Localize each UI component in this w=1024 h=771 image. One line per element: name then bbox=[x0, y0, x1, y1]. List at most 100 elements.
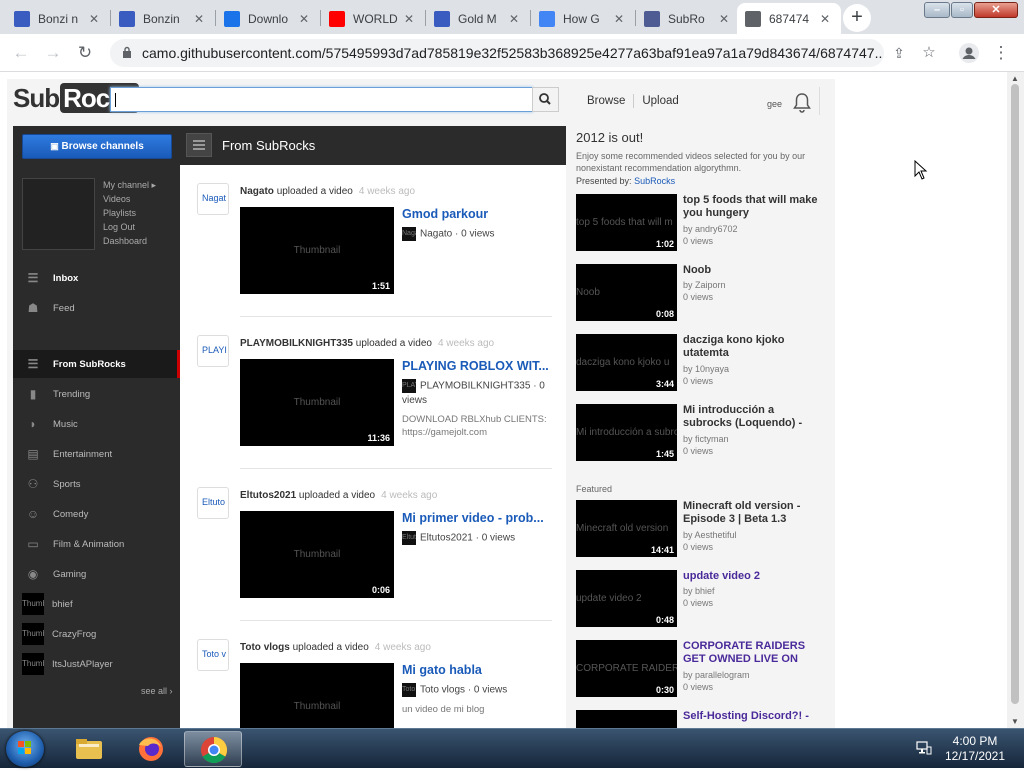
maximize-button[interactable]: ▫ bbox=[951, 2, 973, 18]
guide-item-inbox[interactable]: ☰ Inbox bbox=[13, 264, 180, 292]
video-author[interactable]: by bhief bbox=[683, 585, 715, 597]
video-title-link[interactable]: Mi gato habla bbox=[402, 663, 552, 677]
my-channel-link[interactable]: Log Out bbox=[103, 220, 156, 234]
my-channel-link[interactable]: Dashboard bbox=[103, 234, 156, 248]
video-thumbnail[interactable]: Thumbnail 0:06 bbox=[240, 511, 394, 598]
tab-close-icon[interactable]: ✕ bbox=[716, 12, 732, 26]
video-thumbnail[interactable]: update video 2 0:48 bbox=[576, 570, 677, 627]
tab-close-icon[interactable]: ✕ bbox=[191, 12, 207, 26]
username[interactable]: gee bbox=[767, 99, 782, 109]
share-icon[interactable]: ⇪ bbox=[888, 42, 910, 64]
guide-item-feed[interactable]: ☗ Feed bbox=[13, 294, 180, 322]
video-title-link[interactable]: Self-Hosting Discord?! - bbox=[683, 710, 818, 723]
video-thumbnail[interactable]: Thumbnail bbox=[240, 663, 394, 728]
browser-tab[interactable]: Bonzi n ✕ bbox=[6, 3, 110, 34]
video-title-link[interactable]: CORPORATE RAIDERS GET OWNED LIVE ON bbox=[683, 640, 818, 666]
video-thumbnail[interactable]: Noob 0:08 bbox=[576, 264, 677, 321]
uploader-avatar[interactable]: PLAYI bbox=[197, 335, 229, 367]
video-thumbnail[interactable]: top 5 foods that will m 1:02 bbox=[576, 194, 677, 251]
guide-subscription-item[interactable]: Thumb bhief bbox=[13, 590, 180, 618]
browser-tab[interactable]: WORLD ✕ bbox=[321, 3, 425, 34]
presented-by-link[interactable]: SubRocks bbox=[634, 176, 675, 186]
my-channel-link[interactable]: Playlists bbox=[103, 206, 156, 220]
see-all-link[interactable]: see all › bbox=[141, 686, 173, 696]
browser-tab[interactable]: Bonzin ✕ bbox=[111, 3, 215, 34]
video-title-link[interactable]: dacziga kono kjoko utatemta bbox=[683, 334, 818, 360]
my-channel-link[interactable]: Videos bbox=[103, 192, 156, 206]
address-bar[interactable]: camo.githubusercontent.com/575495993d7ad… bbox=[110, 39, 884, 67]
guide-category-item[interactable]: ▤ Entertainment bbox=[13, 440, 180, 468]
guide-subscription-item[interactable]: Thumb ItsJustAPlayer bbox=[13, 650, 180, 678]
tab-close-icon[interactable]: ✕ bbox=[817, 12, 833, 26]
my-channel-link[interactable]: My channel ▸ bbox=[103, 178, 156, 192]
video-title-link[interactable]: Noob bbox=[683, 264, 818, 277]
notification-bell-icon[interactable] bbox=[793, 92, 811, 114]
recommended-video[interactable]: Mi introducción a subro 1:45 Mi introducci… bbox=[576, 404, 826, 462]
recommended-video[interactable]: top 5 foods that will m 1:02 top 5 foods t… bbox=[576, 194, 826, 252]
video-title-link[interactable]: top 5 foods that will make you hungery bbox=[683, 194, 818, 220]
recommended-video[interactable]: Noob 0:08 Noob by Zaiporn 0 views bbox=[576, 264, 826, 322]
video-thumbnail[interactable] bbox=[576, 710, 677, 728]
uploader-name[interactable]: PLAYMOBILKNIGHT335 bbox=[240, 338, 353, 349]
guide-category-item[interactable]: ◉ Gaming bbox=[13, 560, 180, 588]
tab-close-icon[interactable]: ✕ bbox=[611, 12, 627, 26]
channel-name[interactable]: PLAYMOBILKNIGHT335 bbox=[420, 381, 530, 392]
guide-category-item[interactable]: ▮ Trending bbox=[13, 380, 180, 408]
tab-close-icon[interactable]: ✕ bbox=[296, 12, 312, 26]
guide-category-item[interactable]: ◗ Music bbox=[13, 410, 180, 438]
new-tab-button[interactable]: + bbox=[843, 4, 871, 32]
guide-category-item[interactable]: ☺ Comedy bbox=[13, 500, 180, 528]
channel-name[interactable]: Toto vlogs bbox=[420, 685, 465, 696]
browser-tab[interactable]: Downlo ✕ bbox=[216, 3, 320, 34]
browse-link[interactable]: Browse bbox=[579, 95, 633, 107]
back-button[interactable]: ← bbox=[10, 42, 32, 64]
tab-close-icon[interactable]: ✕ bbox=[506, 12, 522, 26]
minimize-button[interactable]: – bbox=[924, 2, 950, 18]
taskbar-explorer-button[interactable] bbox=[60, 731, 118, 767]
video-thumbnail[interactable]: Minecraft old version 14:41 bbox=[576, 500, 677, 557]
scroll-up-arrow[interactable]: ▲ bbox=[1011, 74, 1019, 83]
forward-button[interactable]: → bbox=[42, 42, 64, 64]
avatar[interactable] bbox=[22, 178, 95, 250]
scroll-down-arrow[interactable]: ▼ bbox=[1011, 717, 1019, 726]
uploader-avatar[interactable]: Toto v bbox=[197, 639, 229, 671]
guide-subscription-item[interactable]: Thumb CrazyFrog bbox=[13, 620, 180, 648]
browser-tab[interactable]: Gold M ✕ bbox=[426, 3, 530, 34]
video-title-link[interactable]: PLAYING ROBLOX WIT... bbox=[402, 359, 552, 373]
scrollbar-thumb[interactable] bbox=[1011, 84, 1019, 704]
taskbar-firefox-button[interactable] bbox=[122, 731, 180, 767]
page-scrollbar[interactable]: ▲ ▼ bbox=[1007, 72, 1024, 728]
uploader-name[interactable]: Eltutos2021 bbox=[240, 490, 296, 501]
reload-button[interactable]: ↻ bbox=[74, 42, 96, 64]
uploader-name[interactable]: Nagato bbox=[240, 186, 274, 197]
recommended-video[interactable]: Self-Hosting Discord?! - bbox=[576, 710, 826, 728]
channel-name[interactable]: Eltutos2021 bbox=[420, 533, 473, 544]
recommended-video[interactable]: CORPORATE RAIDERS 0:30 CORPORATE RAIDERS G… bbox=[576, 640, 826, 698]
channel-name[interactable]: Nagato bbox=[420, 229, 452, 240]
browser-tab[interactable]: How G ✕ bbox=[531, 3, 635, 34]
browser-tab[interactable]: SubRo ✕ bbox=[636, 3, 740, 34]
taskbar-clock[interactable]: 4:00 PM 12/17/2021 bbox=[940, 734, 1010, 764]
guide-toggle-button[interactable] bbox=[186, 133, 212, 157]
video-thumbnail[interactable]: Thumbnail 1:51 bbox=[240, 207, 394, 294]
video-title-link[interactable]: Gmod parkour bbox=[402, 207, 552, 221]
video-author[interactable]: by parallelogram bbox=[683, 669, 750, 681]
video-thumbnail[interactable]: Thumbnail 11:36 bbox=[240, 359, 394, 446]
video-thumbnail[interactable]: Mi introducción a subro 1:45 bbox=[576, 404, 677, 461]
network-icon[interactable] bbox=[916, 741, 932, 755]
video-title-link[interactable]: Minecraft old version - Episode 3 | Beta… bbox=[683, 500, 818, 526]
browse-channels-button[interactable]: ▣ Browse channels bbox=[22, 134, 172, 159]
tab-close-icon[interactable]: ✕ bbox=[401, 12, 417, 26]
video-thumbnail[interactable]: CORPORATE RAIDERS 0:30 bbox=[576, 640, 677, 697]
tab-close-icon[interactable]: ✕ bbox=[86, 12, 102, 26]
uploader-avatar[interactable]: Nagat bbox=[197, 183, 229, 215]
guide-category-item[interactable]: ▭ Film & Animation bbox=[13, 530, 180, 558]
video-thumbnail[interactable]: dacziga kono kjoko u 3:44 bbox=[576, 334, 677, 391]
taskbar-chrome-button[interactable] bbox=[184, 731, 242, 767]
profile-button[interactable] bbox=[958, 42, 980, 64]
video-title-link[interactable]: Mi primer video - prob... bbox=[402, 511, 552, 525]
close-window-button[interactable]: ✕ bbox=[974, 2, 1018, 18]
video-author[interactable]: by Aesthetiful bbox=[683, 529, 737, 541]
bookmark-star-icon[interactable]: ☆ bbox=[918, 42, 940, 64]
recommended-video[interactable]: dacziga kono kjoko u 3:44 dacziga kono kjo… bbox=[576, 334, 826, 392]
